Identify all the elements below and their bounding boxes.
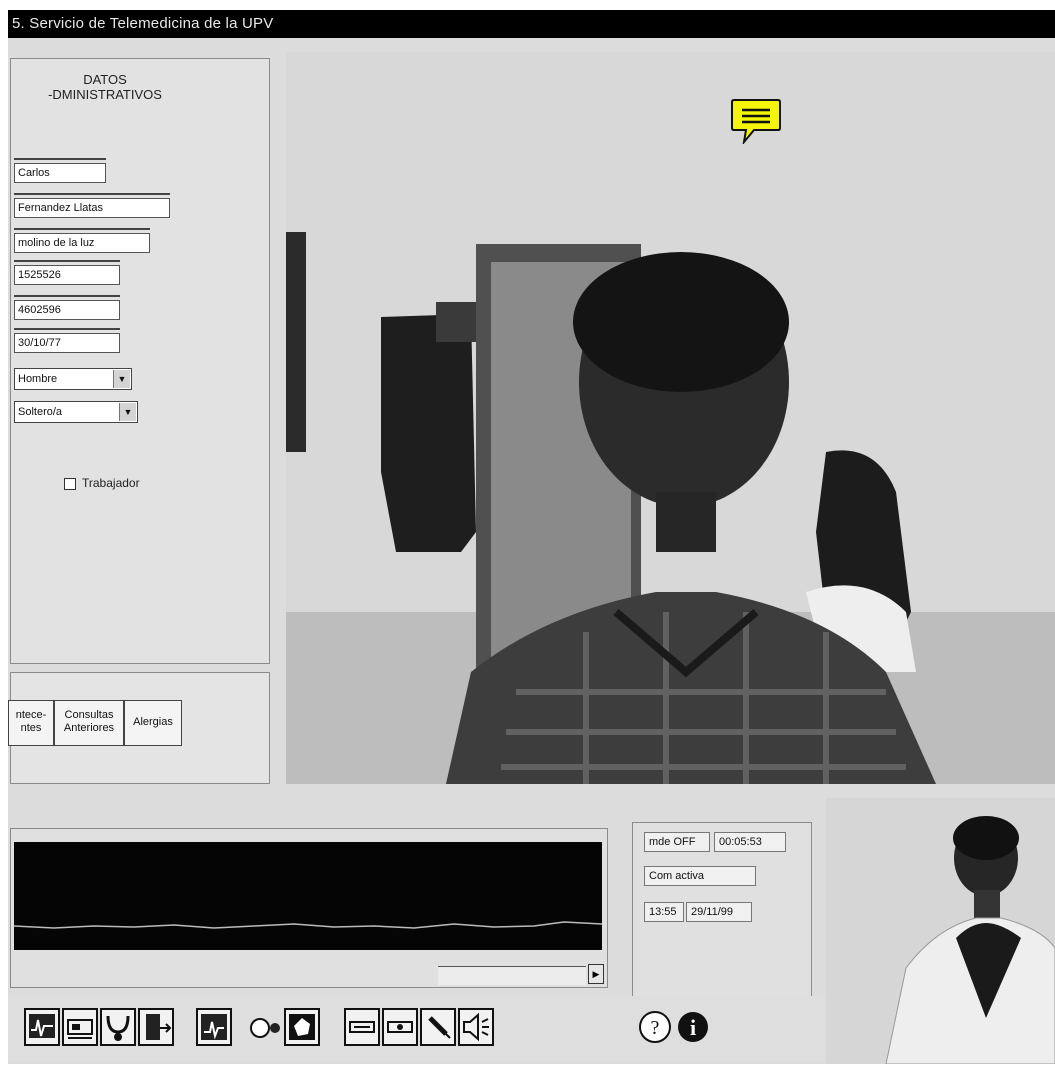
- camera-icon[interactable]: [246, 1008, 282, 1046]
- send-data-icon[interactable]: [344, 1008, 380, 1046]
- marital-status-value: Soltero/a: [18, 406, 63, 418]
- svg-text:?: ?: [651, 1017, 660, 1039]
- tab-label: ntece-: [15, 709, 47, 721]
- ecg-signal-display: [14, 842, 602, 950]
- clock-date: 29/11/99: [686, 902, 752, 922]
- admin-title-line1: DATOS: [83, 72, 127, 87]
- field-divider: [14, 228, 150, 230]
- sex-select[interactable]: Hombre ▼: [14, 368, 132, 390]
- tab-label: Consultas: [64, 709, 114, 721]
- window-title-bar: 5. Servicio de Telemedicina de la UPV: [8, 10, 1055, 38]
- marital-status-select[interactable]: Soltero/a ▼: [14, 401, 138, 423]
- microphone-icon[interactable]: [420, 1008, 456, 1046]
- admin-data-panel: [10, 58, 270, 664]
- exit-door-icon[interactable]: [138, 1008, 174, 1046]
- local-video-preview: [826, 798, 1055, 1064]
- receive-data-icon[interactable]: [382, 1008, 418, 1046]
- connection-status: Com activa: [644, 866, 756, 886]
- surname-field[interactable]: Fernandez Llatas: [14, 198, 170, 218]
- id-number-field[interactable]: 1525526: [14, 265, 120, 285]
- worker-checkbox[interactable]: [64, 478, 76, 490]
- field-divider: [14, 328, 120, 330]
- svg-text:i: i: [690, 1015, 696, 1040]
- chevron-down-icon[interactable]: ▼: [113, 370, 130, 388]
- field-divider: [14, 295, 120, 297]
- ecg-scrollbar[interactable]: [438, 966, 586, 985]
- stethoscope-icon[interactable]: [100, 1008, 136, 1046]
- first-name-field[interactable]: Carlos: [14, 163, 106, 183]
- speaker-icon[interactable]: [458, 1008, 494, 1046]
- tab-label: Alergias: [133, 716, 173, 728]
- mode-status[interactable]: mde OFF: [644, 832, 710, 852]
- chevron-down-icon[interactable]: ▼: [119, 403, 136, 421]
- address-field[interactable]: molino de la luz: [14, 233, 150, 253]
- tab-label: Anteriores: [63, 722, 115, 734]
- ecg-record-icon[interactable]: [24, 1008, 60, 1046]
- field-divider: [14, 193, 170, 195]
- chat-bubble-icon[interactable]: [730, 98, 782, 146]
- phone-field[interactable]: 4602596: [14, 300, 120, 320]
- remote-video-image: [286, 52, 1055, 784]
- tab-antecedentes[interactable]: ntece- ntes: [8, 700, 54, 746]
- window-title: 5. Servicio de Telemedicina de la UPV: [12, 15, 274, 32]
- sex-select-value: Hombre: [18, 373, 58, 385]
- tab-label: ntes: [20, 722, 42, 734]
- field-divider: [14, 260, 120, 262]
- info-icon[interactable]: i: [674, 1008, 710, 1046]
- tab-alergias[interactable]: Alergias: [124, 700, 182, 746]
- local-video-image: [826, 798, 1055, 1064]
- ecg-view-icon[interactable]: [196, 1008, 232, 1046]
- field-divider: [14, 158, 106, 160]
- help-icon[interactable]: ?: [636, 1008, 672, 1046]
- clock-time: 13:55: [644, 902, 684, 922]
- snapshot-icon[interactable]: [284, 1008, 320, 1046]
- birth-date-field[interactable]: 30/10/77: [14, 333, 120, 353]
- call-timer: 00:05:53: [714, 832, 786, 852]
- scroll-right-icon[interactable]: ▶: [588, 964, 604, 984]
- remote-video-feed: [286, 52, 1055, 784]
- admin-title-line2: -DMINISTRATIVOS: [48, 87, 162, 102]
- tab-consultas-anteriores[interactable]: Consultas Anteriores: [54, 700, 124, 746]
- network-card-icon[interactable]: [62, 1008, 98, 1046]
- admin-panel-title: DATOS -DMINISTRATIVOS: [10, 72, 200, 102]
- worker-checkbox-label: Trabajador: [82, 476, 140, 490]
